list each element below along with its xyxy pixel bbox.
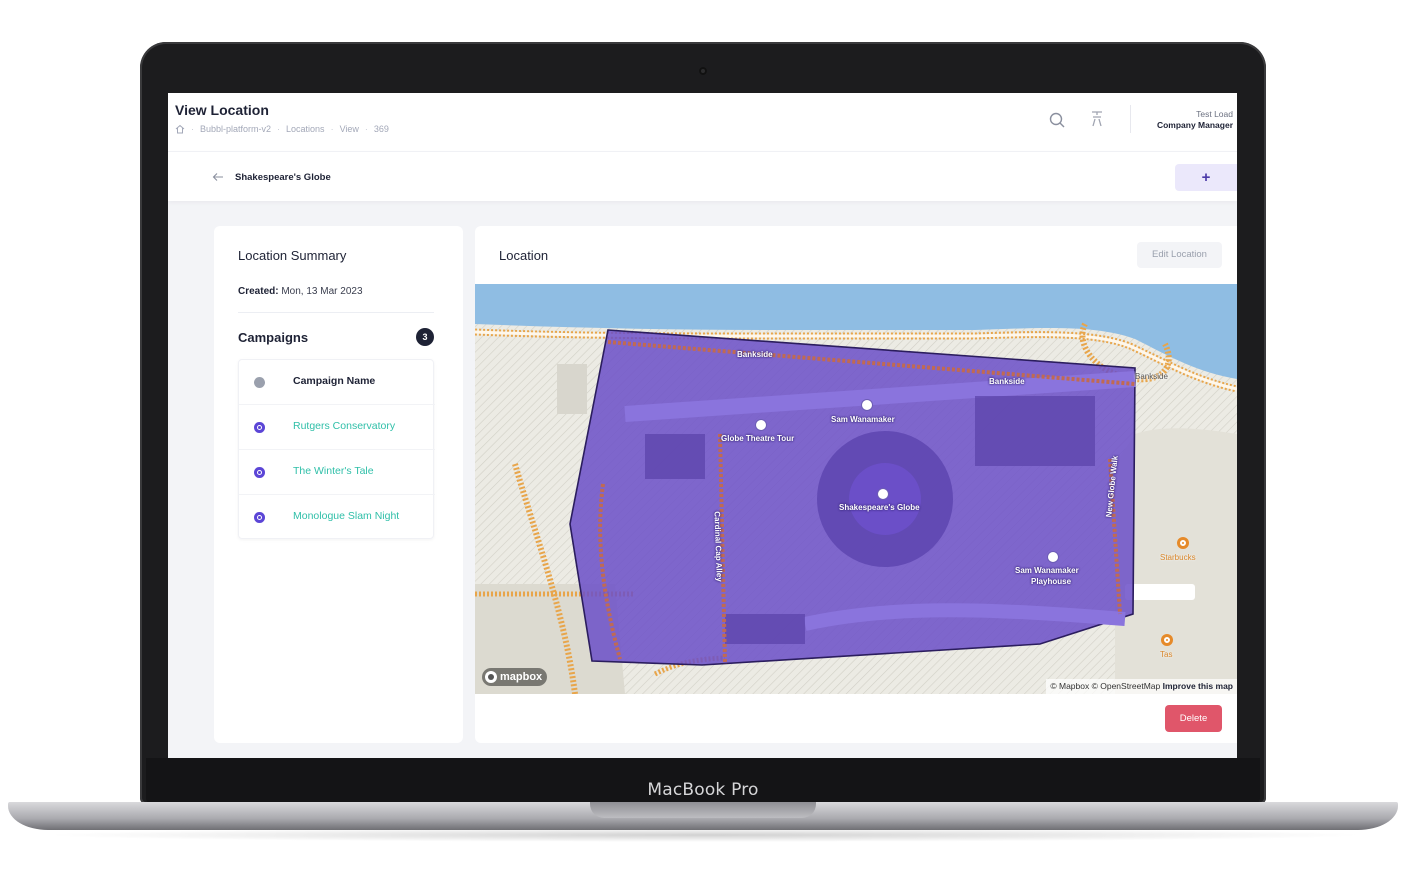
campaign-status-icon [254,512,265,523]
laptop-shadow [40,828,1370,842]
side-street [1125,584,1195,600]
created-value: Mon, 13 Mar 2023 [278,286,363,297]
delete-button[interactable]: Delete [1165,705,1222,732]
sub-bar: Shakespeare's Globe + [168,151,1237,201]
header-divider [1130,105,1131,133]
campaign-status-icon [254,467,265,478]
map-label-globe-tour: Globe Theatre Tour [721,434,795,443]
map-label-sam-wanamaker: Sam Wanamaker [831,415,895,424]
map-view[interactable]: Bankside Bankside Bankside Sam Wanamaker… [475,284,1237,694]
campaign-link[interactable]: Monologue Slam Night [293,510,399,522]
column-header-campaign-name[interactable]: Campaign Name [293,375,375,387]
created-label: Created: [238,286,279,297]
building [725,614,805,644]
breadcrumb-item-view[interactable]: View [340,124,359,134]
restaurant-poi-icon[interactable] [1161,634,1173,646]
breadcrumb-separator: · [277,124,281,134]
map-label-tas: Tas [1160,650,1173,659]
mapbox-logo[interactable]: mapbox [482,668,548,686]
card-divider [238,312,434,313]
back-arrow-icon[interactable] [212,172,224,182]
user-name[interactable]: Test Load [1196,109,1233,119]
page-title: View Location [175,102,269,118]
cafe-poi-icon[interactable] [1177,537,1189,549]
building [645,434,705,479]
campaign-status-icon [254,422,265,433]
breadcrumb-item-id: 369 [373,124,389,134]
theatre-poi-icon[interactable] [877,488,889,500]
theatre-poi-icon[interactable] [1047,551,1059,563]
location-title: Location [499,248,549,263]
location-summary-card: Location Summary Created: Mon, 13 Mar 20… [214,226,463,743]
location-name: Shakespeare's Globe [235,172,331,183]
breadcrumb-separator: · [191,124,194,134]
map-label-playhouse: Playhouse [1031,577,1072,586]
table-row: Rutgers Conservatory [239,405,435,450]
device-brand: MacBook Pro [647,780,759,800]
language-icon[interactable] [1088,109,1106,129]
breadcrumb-separator: · [330,124,334,134]
add-button[interactable]: + [1175,164,1237,191]
building [557,364,587,414]
screen: View Location · Bubbl-platform-v2 · Loca… [168,93,1237,758]
stage: MacBook Pro View Location · Bubbl-platfo… [0,0,1414,876]
location-card: Location Edit Location Bankside Bankside… [475,226,1237,743]
home-icon[interactable] [175,124,185,134]
camera-icon [699,67,707,75]
campaign-link[interactable]: The Winter's Tale [293,465,374,477]
table-row: The Winter's Tale [239,450,435,495]
base-map [475,284,1237,694]
header-dot-icon [254,377,265,388]
search-icon[interactable] [1048,111,1066,129]
laptop-notch [590,802,816,818]
top-bar: View Location · Bubbl-platform-v2 · Loca… [168,93,1237,151]
map-label-bankside: Bankside [737,350,773,359]
breadcrumb-item-locations[interactable]: Locations [286,124,325,134]
breadcrumb: · Bubbl-platform-v2 · Locations · View ·… [175,124,389,134]
attribution-text[interactable]: © Mapbox © OpenStreetMap [1050,681,1160,691]
edit-location-button[interactable]: Edit Location [1137,242,1222,268]
campaign-table: Campaign Name Rutgers Conservatory The W… [238,359,435,540]
campaign-link[interactable]: Rutgers Conservatory [293,420,395,432]
mapbox-logo-text: mapbox [500,671,543,683]
table-row: Monologue Slam Night [239,495,435,540]
campaigns-title: Campaigns [238,330,309,345]
map-label-bankside: Bankside [989,377,1025,386]
map-label-bankside: Bankside [1135,372,1168,381]
campaigns-count-badge: 3 [416,328,434,346]
person-poi-icon[interactable] [861,399,873,411]
created-line: Created: Mon, 13 Mar 2023 [238,286,363,297]
breadcrumb-item-platform[interactable]: Bubbl-platform-v2 [200,124,271,134]
theatre-poi-icon[interactable] [755,419,767,431]
map-attribution: © Mapbox © OpenStreetMap Improve this ma… [1046,679,1237,694]
map-label-starbucks: Starbucks [1160,553,1196,562]
map-label-shakespeares-globe: Shakespeare's Globe [839,503,920,512]
campaign-table-header: Campaign Name [239,360,435,405]
user-role[interactable]: Company Manager [1157,120,1233,130]
breadcrumb-separator: · [364,124,368,134]
mapbox-icon [485,671,497,683]
building [975,396,1095,466]
improve-map-link[interactable]: Improve this map [1163,681,1233,691]
map-label-playhouse: Sam Wanamaker [1015,566,1079,575]
summary-title: Location Summary [238,248,347,263]
